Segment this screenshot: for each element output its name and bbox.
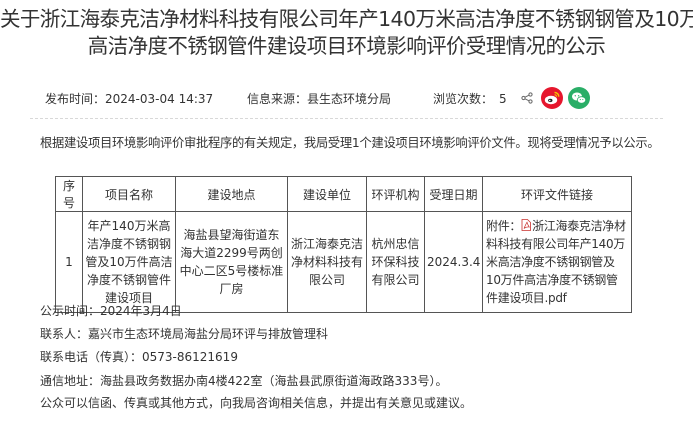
weibo-icon	[544, 91, 560, 105]
public-note-line: 公众可以信函、传真或其他方式，向我局咨询相关信息，并提出有关意见或建议。	[40, 396, 473, 410]
cell-no: 1	[55, 211, 83, 313]
view-count-label: 浏览次数：	[433, 92, 494, 106]
wechat-icon	[572, 92, 587, 104]
cell-date: 2024.3.4	[424, 211, 483, 313]
publish-time-value: 2024-03-04 14:37	[105, 92, 214, 106]
pdf-icon	[521, 219, 532, 231]
table-row: 1 年产140万米高洁净度不锈钢钢管及10万件高洁净度不锈钢管件建设项目 海盐县…	[55, 211, 632, 313]
share-icon[interactable]	[521, 92, 533, 104]
header-file-link: 环评文件链接	[482, 176, 632, 212]
header-project-name: 项目名称	[82, 176, 176, 212]
address-line: 通信地址：海盐县政务数据办南4楼422室（海盐县武原街道海政路333号）。	[40, 374, 448, 388]
header-no: 序号	[55, 176, 83, 212]
cell-agency: 杭州忠信环保科技有限公司	[366, 211, 425, 313]
cell-unit: 浙江海泰克洁净材料科技有限公司	[287, 211, 367, 313]
header-agency: 环评机构	[366, 176, 425, 212]
view-count: 浏览次数： 5	[433, 90, 507, 107]
header-date: 受理日期	[424, 176, 483, 212]
weibo-share-button[interactable]	[541, 87, 563, 109]
meta-bar: 发布时间：2024-03-04 14:37 信息来源：县生态环境分局 浏览次数：…	[0, 87, 693, 109]
page-title: 关于浙江海泰克洁净材料科技有限公司年产140万米高洁净度不锈钢钢管及10万件 高…	[0, 6, 693, 60]
header-unit: 建设单位	[287, 176, 367, 212]
publish-time-label: 发布时间：	[45, 92, 106, 106]
attachment-label: 附件：	[486, 219, 522, 233]
info-source-value: 县生态环境分局	[307, 92, 392, 106]
contact-line: 联系人：嘉兴市生态环境局海盐分局环评与排放管理科	[40, 327, 329, 341]
intro-paragraph: 根据建设项目环境影响评价审批程序的有关规定，我局受理1个建设项目环境影响评价文件…	[40, 136, 660, 150]
header-location: 建设地点	[175, 176, 288, 212]
publish-time: 发布时间：2024-03-04 14:37	[45, 90, 213, 107]
acceptance-table: 序号 项目名称 建设地点 建设单位 环评机构 受理日期 环评文件链接 1 年产1…	[55, 176, 632, 313]
wechat-share-button[interactable]	[568, 87, 590, 109]
meta-divider	[30, 118, 663, 119]
view-count-value: 5	[499, 92, 507, 106]
info-source: 信息来源：县生态环境分局	[247, 90, 391, 107]
cell-location: 海盐县望海街道东海大道2299号两创中心二区5号楼标准厂房	[175, 211, 288, 313]
title-line-2: 高洁净度不锈钢管件建设项目环境影响评价受理情况的公示	[87, 34, 606, 58]
cell-project-name: 年产140万米高洁净度不锈钢钢管及10万件高洁净度不锈钢管件建设项目	[82, 211, 176, 313]
phone-line: 联系电话（传真）：0573-86121619	[40, 350, 238, 364]
title-line-1: 关于浙江海泰克洁净材料科技有限公司年产140万米高洁净度不锈钢钢管及10万件	[0, 7, 693, 31]
table-header-row: 序号 项目名称 建设地点 建设单位 环评机构 受理日期 环评文件链接	[55, 176, 632, 212]
cell-file-link: 附件： 浙江海泰克洁净材料科技有限公司年产140万米高洁净度不锈钢钢管及10万件…	[482, 211, 632, 313]
publish-date-line: 公示时间：2024年3月4日	[40, 304, 182, 318]
info-source-label: 信息来源：	[247, 92, 308, 106]
